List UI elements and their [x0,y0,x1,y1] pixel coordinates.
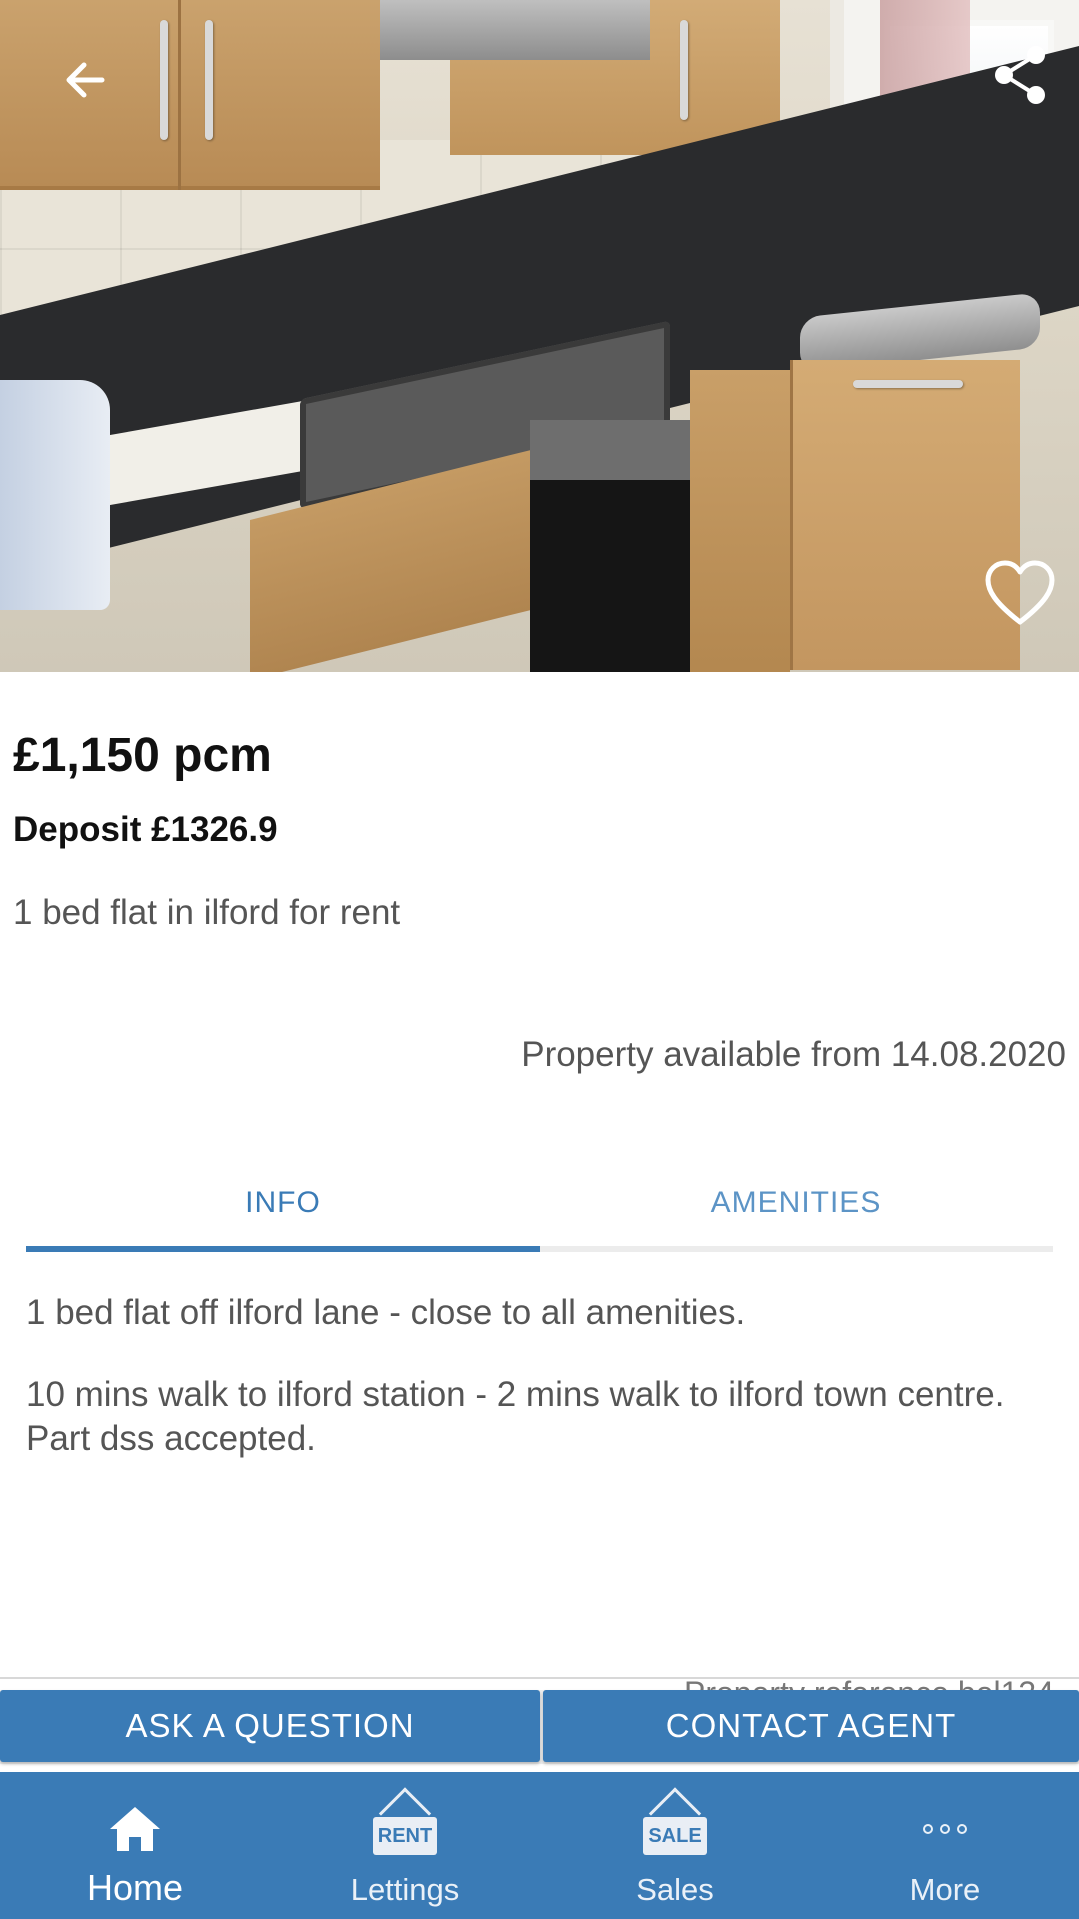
share-icon [995,46,1045,104]
arrow-left-icon [66,62,105,98]
nav-label: Lettings [350,1872,460,1907]
property-photo[interactable] [0,0,1079,672]
details-tabs: INFO AMENITIES [26,1160,1053,1252]
tab-amenities[interactable]: AMENITIES [539,1160,1053,1246]
rent-sign-text: RENT [377,1824,433,1847]
rent-sign-icon: RENT [373,1817,437,1855]
oven [530,420,690,672]
nav-lettings[interactable]: RENT Lettings [270,1772,540,1919]
tab-indicator [26,1246,540,1252]
share-button[interactable] [985,40,1055,110]
divider [0,1677,1079,1679]
description-paragraph: 10 mins walk to ilford station - 2 mins … [26,1375,1005,1458]
deposit: Deposit £1326.9 [13,810,278,849]
lower-cabinet-b [690,370,790,672]
sale-sign-icon: SALE [643,1817,707,1855]
extractor-hood [380,0,650,60]
nav-label: Home [86,1867,184,1908]
nav-label: More [909,1872,981,1907]
home-icon [110,1807,160,1851]
description-paragraph: 1 bed flat off ilford lane - close to al… [26,1293,746,1332]
heart-outline-icon [985,560,1055,624]
ask-question-button[interactable]: ASK A QUESTION [0,1690,540,1762]
nav-label: Sales [636,1872,714,1907]
description: 1 bed flat off ilford lane - close to al… [26,1291,1056,1499]
contact-agent-button[interactable]: CONTACT AGENT [543,1690,1079,1762]
listing-subtitle: 1 bed flat in ilford for rent [13,893,401,932]
price: £1,150 pcm [13,729,272,782]
tab-info[interactable]: INFO [26,1160,540,1246]
more-dots-icon [923,1824,967,1834]
bottom-navigation: Home RENT Lettings SALE Sales More [0,1772,1079,1919]
sale-sign-text: SALE [648,1824,702,1847]
paper-towel [0,380,110,610]
favourite-button[interactable] [980,555,1060,630]
nav-sales[interactable]: SALE Sales [540,1772,810,1919]
action-bar: ASK A QUESTION CONTACT AGENT [0,1690,1079,1764]
availability-date: Property available from 14.08.2020 [521,1035,1066,1074]
back-button[interactable] [50,45,120,115]
nav-home[interactable]: Home [0,1772,270,1919]
nav-more[interactable]: More [810,1772,1079,1919]
